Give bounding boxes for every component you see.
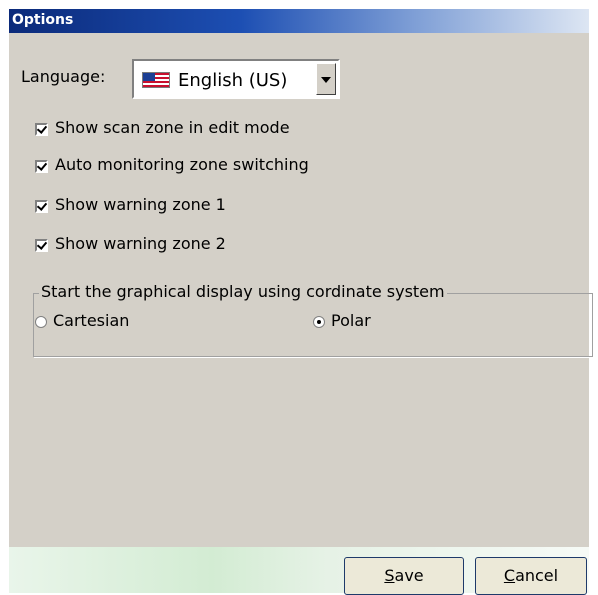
checkbox-label-show-scan-zone: Show scan zone in edit mode bbox=[55, 118, 290, 137]
radio-label-polar: Polar bbox=[331, 311, 371, 330]
options-dialog: Options Language: English (US) Show scan… bbox=[8, 8, 593, 595]
us-flag-icon bbox=[142, 72, 170, 88]
save-label: ave bbox=[394, 566, 424, 585]
checkbox-label-auto-monitoring: Auto monitoring zone switching bbox=[55, 155, 309, 174]
save-mnemonic: S bbox=[384, 566, 395, 585]
checkbox-warning-zone-1[interactable] bbox=[35, 200, 48, 213]
radio-cartesian[interactable] bbox=[35, 316, 47, 328]
cancel-button[interactable]: Cancel bbox=[475, 557, 587, 595]
checkbox-auto-monitoring[interactable] bbox=[35, 160, 48, 173]
checkbox-label-warning-zone-2: Show warning zone 2 bbox=[55, 234, 226, 253]
radio-label-cartesian: Cartesian bbox=[53, 311, 130, 330]
dropdown-button[interactable] bbox=[316, 63, 336, 95]
save-button[interactable]: Save bbox=[344, 557, 464, 595]
cancel-mnemonic: C bbox=[503, 566, 516, 585]
group-title: Start the graphical display using cordin… bbox=[39, 282, 447, 301]
language-label: Language: bbox=[21, 67, 106, 86]
cancel-label: ancel bbox=[515, 566, 559, 585]
language-value: English (US) bbox=[178, 70, 288, 91]
language-select[interactable]: English (US) bbox=[132, 59, 340, 99]
dialog-title: Options bbox=[12, 12, 74, 28]
checkbox-show-scan-zone[interactable] bbox=[35, 123, 48, 136]
title-bar: Options bbox=[9, 9, 589, 33]
chevron-down-icon bbox=[321, 77, 331, 83]
checkbox-warning-zone-2[interactable] bbox=[35, 239, 48, 252]
checkbox-label-warning-zone-1: Show warning zone 1 bbox=[55, 195, 226, 214]
radio-polar[interactable] bbox=[313, 316, 325, 328]
